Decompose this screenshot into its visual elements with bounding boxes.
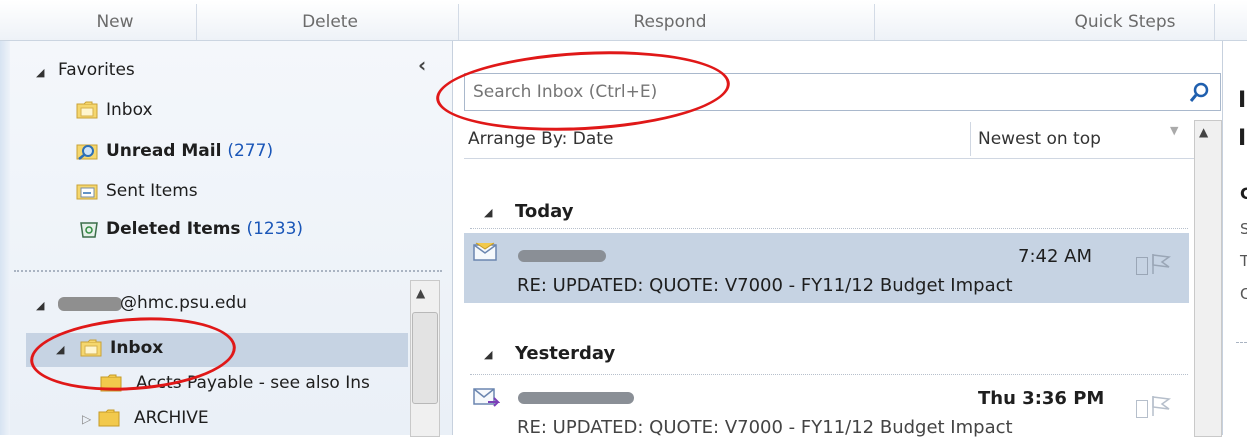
search-icon[interactable] (1189, 81, 1211, 103)
reading-pane-letter: I (1238, 126, 1247, 151)
arrange-bar: Arrange By: Date Newest on top ▼ (464, 120, 1194, 159)
group-divider (470, 374, 1188, 375)
scroll-up-arrow-icon[interactable]: ▲ (1199, 125, 1208, 139)
collapse-triangle-icon[interactable]: ◢ (36, 299, 44, 312)
message-subject: RE: UPDATED: QUOTE: V7000 - FY11/12 Budg… (517, 275, 1013, 296)
reading-pane-letter: T (1240, 252, 1247, 270)
favorites-sent-items[interactable]: Sent Items (106, 181, 198, 201)
category-box-icon[interactable] (1136, 400, 1148, 418)
search-input[interactable] (471, 79, 1175, 105)
reading-pane-letter: C (1240, 285, 1247, 303)
replied-envelope-icon (473, 388, 500, 407)
redacted-sender (518, 392, 634, 404)
archive-folder[interactable]: ARCHIVE (134, 408, 209, 428)
inbox-folder-icon (80, 339, 102, 357)
folder-icon (98, 409, 120, 427)
message-time: 7:42 AM (1018, 246, 1092, 267)
ribbon-separator (458, 4, 459, 40)
ribbon-group-respond[interactable]: Respond (600, 12, 740, 32)
ribbon-group-quick-steps[interactable]: Quick Steps (1040, 12, 1210, 32)
group-header-yesterday[interactable]: Yesterday (515, 343, 615, 364)
ribbon-separator (874, 4, 875, 40)
collapse-triangle-icon[interactable]: ◢ (56, 343, 64, 356)
reading-pane-letter: S (1240, 220, 1247, 238)
arrange-by-date[interactable]: Arrange By: Date (468, 129, 613, 149)
favorites-divider (14, 270, 442, 272)
expand-triangle-icon[interactable]: ▷ (82, 412, 91, 426)
folder-label: Deleted Items (106, 219, 241, 239)
ribbon-separator (196, 4, 197, 40)
account-email[interactable]: @hmc.psu.edu (120, 293, 247, 313)
category-box-icon[interactable] (1136, 257, 1148, 275)
reading-pane-border (1222, 41, 1223, 435)
folder-label: Sent Items (106, 181, 198, 201)
group-header-today[interactable]: Today (515, 201, 573, 222)
mail-list-scrollbar[interactable] (1194, 120, 1222, 437)
ribbon-group-delete[interactable]: Delete (260, 12, 400, 32)
inbox-folder-icon (76, 101, 98, 119)
folder-icon (100, 374, 122, 392)
search-inbox-box[interactable] (464, 73, 1221, 111)
scroll-up-arrow-icon[interactable]: ▲ (416, 286, 425, 300)
favorites-unread-mail[interactable]: Unread Mail (277) (106, 141, 273, 161)
folder-label: Inbox (106, 100, 153, 120)
flag-icon[interactable] (1150, 252, 1172, 276)
collapse-triangle-icon[interactable]: ◢ (36, 66, 44, 79)
collapse-triangle-icon[interactable]: ◢ (484, 206, 492, 219)
folder-label: Unread Mail (106, 141, 222, 161)
ribbon-separator (1214, 4, 1215, 40)
account-inbox[interactable]: Inbox (110, 338, 163, 358)
sort-dropdown-icon[interactable]: ▼ (1170, 124, 1178, 137)
redacted-username (58, 297, 122, 311)
accts-payable-folder[interactable]: Accts Payable - see also Ins (136, 373, 408, 393)
collapse-triangle-icon[interactable]: ◢ (484, 348, 492, 361)
favorites-deleted-items[interactable]: Deleted Items (1233) (106, 219, 303, 239)
reading-pane-letter: I (1238, 88, 1247, 113)
scrollbar-thumb[interactable] (412, 312, 438, 404)
envelope-icon (473, 242, 497, 261)
ribbon-group-new[interactable]: New (60, 12, 170, 32)
reading-pane-letter: C (1240, 184, 1247, 203)
sent-items-folder-icon (76, 184, 98, 200)
sort-order[interactable]: Newest on top (978, 129, 1101, 149)
unread-count: (277) (227, 141, 274, 161)
recycle-bin-icon (80, 222, 98, 238)
search-folder-icon (76, 144, 98, 160)
minimize-pane-icon[interactable]: ‹ (418, 53, 426, 77)
group-divider (470, 228, 1188, 229)
favorites-inbox[interactable]: Inbox (106, 100, 153, 120)
redacted-sender (518, 250, 606, 262)
reading-pane-divider (1236, 342, 1247, 343)
favorites-header[interactable]: Favorites (58, 60, 135, 80)
deleted-count: (1233) (246, 219, 304, 239)
column-divider (970, 122, 971, 156)
message-time: Thu 3:36 PM (978, 388, 1105, 409)
flag-icon[interactable] (1150, 394, 1172, 418)
window-left-edge (0, 0, 10, 435)
ribbon-group-labels: New Delete Respond Quick Steps (0, 0, 1247, 41)
